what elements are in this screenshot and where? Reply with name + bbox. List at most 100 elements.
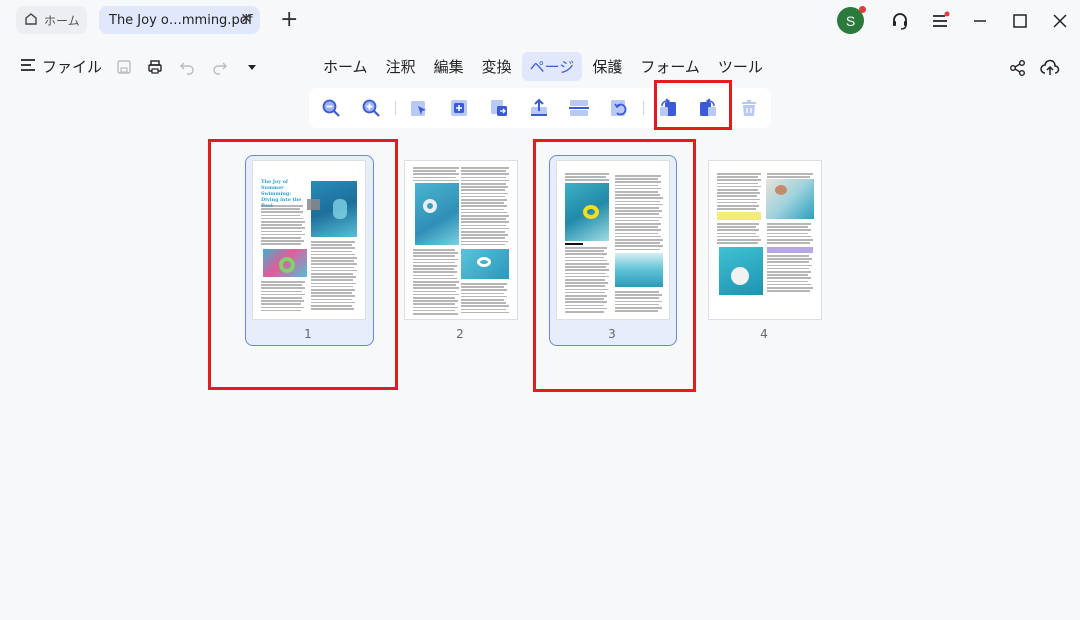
page-text-line	[413, 258, 458, 261]
delete-page-icon[interactable]	[737, 96, 761, 120]
page-number-4: 4	[760, 327, 768, 341]
page-text-line	[461, 292, 504, 295]
page-2-image-pool	[415, 183, 459, 245]
page-text-line	[461, 176, 506, 179]
support-headset-icon[interactable]	[888, 9, 912, 33]
tab-home[interactable]: ホーム	[16, 6, 87, 34]
menu-tab-protect[interactable]: 保護	[584, 52, 630, 81]
page-text-line	[767, 242, 810, 244]
page-text-line	[413, 176, 456, 179]
menu-tab-form[interactable]: フォーム	[632, 52, 708, 81]
page-text-line	[717, 198, 760, 201]
page-text-line	[767, 223, 811, 225]
page-text-line	[461, 208, 504, 211]
page-4-preview	[708, 160, 822, 320]
menu-icon[interactable]	[928, 9, 952, 33]
new-tab-button[interactable]: +	[280, 7, 298, 32]
home-icon	[24, 12, 38, 29]
page-text-line	[767, 261, 809, 263]
undo-icon[interactable]	[177, 57, 197, 77]
page-text-line	[413, 173, 459, 175]
minimize-button[interactable]	[968, 9, 992, 33]
zoom-in-icon[interactable]	[359, 96, 383, 120]
page-text-line	[461, 221, 509, 223]
page-text-line	[461, 237, 505, 239]
page-text-line	[717, 208, 756, 210]
menu-bar: ファイル ホーム 注釈 編集 変換 ページ 保護 フォーム ツール	[0, 50, 1080, 84]
page-text-line	[767, 290, 810, 292]
page-text-line	[413, 313, 458, 315]
menu-tabs: ホーム 注釈 編集 変換 ページ 保護 フォーム ツール	[315, 52, 773, 81]
close-tab-icon[interactable]: ✕	[240, 11, 252, 27]
print-icon[interactable]	[145, 57, 165, 77]
menu-tab-tools[interactable]: ツール	[710, 52, 771, 81]
page-text-line	[461, 189, 505, 191]
page-text-line	[767, 255, 809, 257]
page-text-line	[767, 277, 811, 279]
extract-page-icon[interactable]	[527, 96, 551, 120]
cloud-upload-icon[interactable]	[1039, 57, 1061, 79]
page-text-line	[413, 249, 455, 251]
split-page-icon[interactable]	[567, 96, 591, 120]
page-text-line	[413, 274, 454, 277]
page-text-line	[767, 283, 811, 286]
save-icon[interactable]	[114, 57, 134, 77]
page-text-line	[413, 300, 458, 302]
select-page-icon[interactable]	[407, 96, 431, 120]
file-menu-button[interactable]: ファイル	[20, 56, 102, 77]
menu-tab-home[interactable]: ホーム	[315, 52, 376, 81]
insert-page-icon[interactable]	[447, 96, 471, 120]
page-text-line	[413, 268, 454, 270]
page-text-line	[767, 264, 812, 267]
tab-document[interactable]: The Joy o…mming.pdf ✕	[99, 6, 260, 34]
page-text-line	[413, 290, 456, 293]
page-text-line	[717, 192, 760, 194]
page-text-line	[717, 182, 758, 185]
page-text-line	[461, 215, 509, 217]
redo-icon[interactable]	[210, 57, 230, 77]
share-icon[interactable]	[1007, 57, 1029, 79]
page-text-line	[461, 173, 509, 175]
page-text-line	[717, 201, 757, 204]
page-text-line	[461, 283, 507, 285]
page-text-line	[717, 185, 761, 188]
page-text-line	[413, 255, 455, 257]
replace-page-icon[interactable]	[487, 96, 511, 120]
page-text-line	[461, 179, 509, 182]
page-text-line	[461, 202, 504, 204]
page-text-line	[413, 309, 455, 312]
menu-tab-convert[interactable]: 変換	[474, 52, 520, 81]
page-text-line	[461, 186, 508, 188]
menu-tab-page[interactable]: ページ	[521, 52, 583, 81]
page-text-line	[413, 265, 457, 267]
page-text-line	[413, 297, 455, 299]
zoom-out-icon[interactable]	[319, 96, 343, 120]
menu-tab-edit[interactable]: 編集	[426, 52, 472, 81]
quick-access-dropdown-icon[interactable]	[242, 57, 262, 77]
page-text-line	[461, 299, 504, 301]
page-text-line	[767, 287, 813, 289]
page-4-highlight-yellow	[717, 212, 761, 220]
page-text-line	[767, 235, 811, 238]
page-text-line	[413, 277, 457, 280]
page-text-line	[413, 293, 459, 296]
page-text-line	[461, 218, 506, 220]
maximize-button[interactable]	[1008, 9, 1032, 33]
page-text-line	[717, 176, 758, 178]
page-text-line	[461, 192, 508, 195]
page-text-line	[717, 242, 758, 244]
page-text-line	[461, 231, 505, 233]
menu-tab-annotate[interactable]: 注釈	[378, 52, 424, 81]
avatar[interactable]: S	[837, 6, 866, 34]
rotate-tools-highlight	[654, 80, 732, 130]
tab-home-label: ホーム	[44, 13, 80, 28]
rotate-page-icon[interactable]	[607, 96, 631, 120]
page-text-line	[717, 229, 759, 231]
page-text-line	[767, 267, 809, 270]
notification-dot	[859, 6, 866, 13]
page-text-line	[413, 167, 459, 169]
close-window-button[interactable]	[1048, 9, 1072, 33]
page-text-line	[461, 195, 505, 198]
page-text-line	[717, 179, 761, 181]
page-text-line	[413, 287, 459, 289]
